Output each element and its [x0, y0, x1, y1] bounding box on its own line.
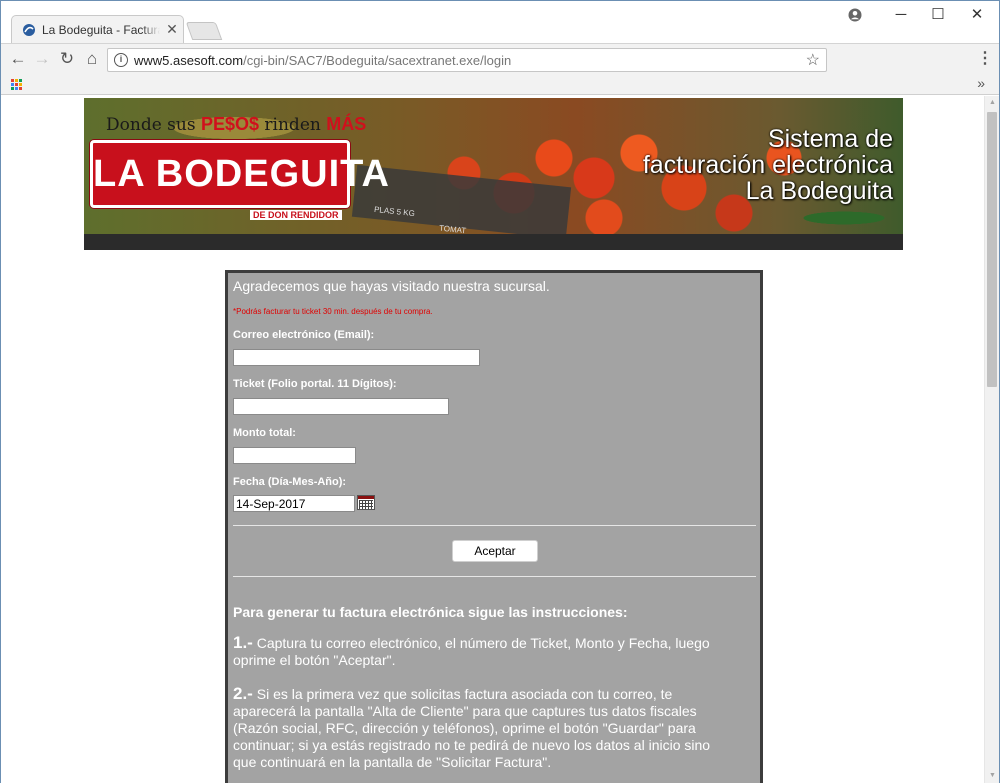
login-form-panel: Agradecemos que hayas visitado nuestra s…	[225, 270, 763, 783]
instructions-title: Para generar tu factura electrónica sigu…	[233, 604, 628, 620]
tab-close-icon[interactable]: ✕	[165, 21, 179, 37]
bookmarks-bar: »	[1, 75, 999, 95]
navigation-toolbar: ← → ↻ ⌂ i www5.asesoft.com/cgi-bin/SAC7/…	[1, 43, 999, 75]
calendar-icon[interactable]	[357, 495, 375, 510]
date-field[interactable]	[233, 495, 355, 512]
back-arrow-icon[interactable]: ←	[7, 48, 29, 70]
form-divider	[233, 525, 756, 526]
step-text: Si es la primera vez que solicitas factu…	[233, 686, 711, 770]
scroll-up-icon[interactable]: ▲	[985, 96, 1000, 110]
slogan-mid: rinden	[259, 115, 327, 135]
date-label: Fecha (Día-Mes-Año):	[233, 476, 347, 488]
instruction-step: 1.- Captura tu correo electrónico, el nú…	[233, 634, 733, 669]
brand-slogan: Donde sus PE$O$ rinden MÁS	[106, 114, 366, 135]
logo-subtitle: DE DON RENDIDOR	[250, 210, 342, 220]
slogan-highlight: PE$O$	[200, 114, 260, 134]
banner-bottom-strip	[84, 234, 903, 250]
headline-line-3: La Bodeguita	[745, 177, 893, 205]
scrollbar-thumb[interactable]	[987, 112, 997, 387]
address-bar[interactable]: i www5.asesoft.com/cgi-bin/SAC7/Bodeguit…	[107, 48, 827, 72]
url-path: /cgi-bin/SAC7/Bodeguita/sacextranet.exe/…	[243, 53, 512, 68]
accept-button[interactable]: Aceptar	[452, 540, 538, 562]
ticket-label: Ticket (Folio portal. 11 Dígitos):	[233, 378, 397, 390]
site-favicon-icon	[23, 24, 35, 36]
browser-window: La Bodeguita - Facturación ✕ ─ ☐ ✕ ← → ↻…	[0, 0, 1000, 783]
greeting-text: Agradecemos que hayas visitado nuestra s…	[233, 278, 550, 294]
ticket-field[interactable]	[233, 398, 449, 415]
email-field[interactable]	[233, 349, 480, 366]
step-number: 1.-	[233, 633, 253, 652]
step-number: 2.-	[233, 684, 253, 703]
profile-icon[interactable]	[835, 5, 875, 25]
slogan-prefix: Donde sus	[106, 115, 201, 135]
step-text: Captura tu correo electrónico, el número…	[233, 635, 710, 668]
email-label: Correo electrónico (Email):	[233, 329, 375, 341]
browser-tab[interactable]: La Bodeguita - Facturación ✕	[11, 15, 184, 43]
amount-field[interactable]	[233, 447, 356, 464]
brand-logo: LA BODEGUITA	[90, 140, 390, 208]
amount-label: Monto total:	[233, 427, 296, 439]
apps-grid-icon[interactable]	[11, 79, 23, 91]
url-text[interactable]: www5.asesoft.com/cgi-bin/SAC7/Bodeguita/…	[134, 53, 511, 68]
site-info-icon[interactable]: i	[114, 53, 128, 67]
bookmarks-overflow-icon[interactable]: »	[977, 75, 985, 91]
close-window-icon[interactable]: ✕	[957, 5, 997, 25]
page-viewport: PLAS 5 KG TOMAT Donde sus PE$O$ rinden M…	[1, 96, 984, 783]
home-icon[interactable]: ⌂	[81, 48, 103, 70]
bookmark-star-icon[interactable]: ☆	[806, 50, 820, 70]
headline-line-1: Sistema de	[767, 125, 893, 153]
slogan-emph: MÁS	[326, 114, 367, 134]
scroll-down-icon[interactable]: ▼	[985, 769, 1000, 783]
banner-headline: Sistema de facturación electrónica La Bo…	[643, 126, 893, 204]
billing-note: *Podrás facturar tu ticket 30 min. despu…	[233, 307, 433, 316]
title-bar: La Bodeguita - Facturación ✕ ─ ☐ ✕	[1, 1, 999, 43]
header-banner: PLAS 5 KG TOMAT Donde sus PE$O$ rinden M…	[84, 98, 903, 250]
menu-kebab-icon[interactable]: ⋮	[977, 48, 993, 70]
logo-text: LA BODEGUITA	[93, 153, 390, 195]
minimize-icon[interactable]: ─	[881, 5, 921, 25]
reload-icon[interactable]: ↻	[56, 48, 78, 70]
url-host: www5.asesoft.com	[134, 53, 244, 68]
vertical-scrollbar[interactable]: ▲ ▼	[984, 96, 999, 783]
new-tab-button[interactable]	[185, 22, 223, 40]
tab-title: La Bodeguita - Facturación	[42, 23, 160, 37]
headline-line-2: facturación electrónica	[642, 151, 893, 179]
forward-arrow-icon[interactable]: →	[31, 48, 53, 70]
maximize-icon[interactable]: ☐	[918, 5, 958, 25]
instruction-step: 2.- Si es la primera vez que solicitas f…	[233, 685, 733, 771]
form-divider	[233, 576, 756, 577]
